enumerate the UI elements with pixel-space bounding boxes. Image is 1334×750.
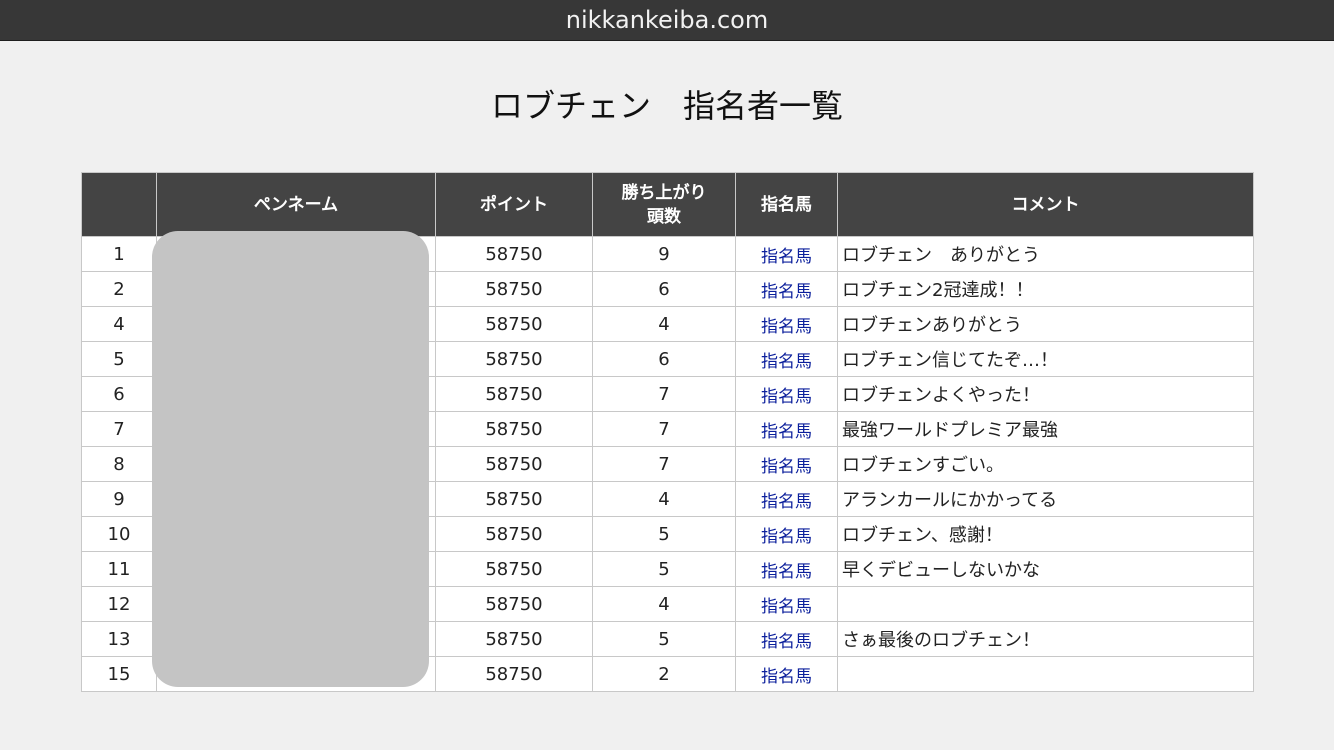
header-rank	[81, 172, 157, 237]
horse-cell: 指名馬	[735, 656, 838, 692]
horse-cell: 指名馬	[735, 551, 838, 587]
horse-cell: 指名馬	[735, 621, 838, 657]
rank-cell: 2	[81, 271, 157, 307]
horse-cell: 指名馬	[735, 446, 838, 482]
points-cell: 58750	[435, 586, 593, 622]
horse-link[interactable]: 指名馬	[761, 667, 812, 687]
winners-cell: 6	[592, 271, 736, 307]
header-penname: ペンネーム	[156, 172, 436, 237]
comment-cell: ロブチェンよくやった！	[837, 376, 1254, 412]
page-title: ロブチェン 指名者一覧	[490, 87, 843, 125]
winners-cell: 4	[592, 586, 736, 622]
rank-cell: 7	[81, 411, 157, 447]
horse-link[interactable]: 指名馬	[761, 317, 812, 337]
rank-cell: 15	[81, 656, 157, 692]
header-winners: 勝ち上がり 頭数	[592, 172, 736, 237]
winners-cell: 7	[592, 411, 736, 447]
horse-link[interactable]: 指名馬	[761, 457, 812, 477]
horse-cell: 指名馬	[735, 271, 838, 307]
points-cell: 58750	[435, 341, 593, 377]
rank-cell: 9	[81, 481, 157, 517]
points-cell: 58750	[435, 551, 593, 587]
horse-cell: 指名馬	[735, 516, 838, 552]
horse-link[interactable]: 指名馬	[761, 492, 812, 512]
points-cell: 58750	[435, 376, 593, 412]
horse-cell: 指名馬	[735, 481, 838, 517]
rank-cell: 4	[81, 306, 157, 342]
horse-link[interactable]: 指名馬	[761, 422, 812, 442]
winners-cell: 7	[592, 376, 736, 412]
header-horse: 指名馬	[735, 172, 838, 237]
winners-cell: 7	[592, 446, 736, 482]
redaction-overlay	[152, 231, 429, 687]
comment-cell: ロブチェンありがとう	[837, 306, 1254, 342]
points-cell: 58750	[435, 271, 593, 307]
rank-cell: 12	[81, 586, 157, 622]
horse-cell: 指名馬	[735, 586, 838, 622]
horse-link[interactable]: 指名馬	[761, 247, 812, 267]
horse-link[interactable]: 指名馬	[761, 282, 812, 302]
points-cell: 58750	[435, 621, 593, 657]
winners-cell: 4	[592, 306, 736, 342]
points-cell: 58750	[435, 306, 593, 342]
comment-cell: ロブチェン ありがとう	[837, 236, 1254, 272]
winners-cell: 6	[592, 341, 736, 377]
horse-link[interactable]: 指名馬	[761, 562, 812, 582]
horse-link[interactable]: 指名馬	[761, 632, 812, 652]
comment-cell: 早くデビューしないかな	[837, 551, 1254, 587]
rank-cell: 5	[81, 341, 157, 377]
comment-cell: ロブチェンすごい。	[837, 446, 1254, 482]
winners-cell: 2	[592, 656, 736, 692]
winners-cell: 9	[592, 236, 736, 272]
points-cell: 58750	[435, 656, 593, 692]
horse-cell: 指名馬	[735, 341, 838, 377]
table-header-row: ペンネーム ポイント 勝ち上がり頭数 指名馬 コメント	[81, 172, 1254, 237]
horse-link[interactable]: 指名馬	[761, 387, 812, 407]
points-cell: 58750	[435, 411, 593, 447]
points-cell: 58750	[435, 236, 593, 272]
winners-cell: 5	[592, 551, 736, 587]
horse-link[interactable]: 指名馬	[761, 352, 812, 372]
rank-cell: 8	[81, 446, 157, 482]
header-points: ポイント	[435, 172, 593, 237]
comment-cell: 最強ワールドプレミア最強	[837, 411, 1254, 447]
horse-cell: 指名馬	[735, 306, 838, 342]
rank-cell: 1	[81, 236, 157, 272]
horse-cell: 指名馬	[735, 411, 838, 447]
comment-cell: ロブチェン信じてたぞ…！	[837, 341, 1254, 377]
winners-cell: 4	[592, 481, 736, 517]
url-text: nikkankeiba.com	[565, 6, 769, 34]
horse-link[interactable]: 指名馬	[761, 527, 812, 547]
comment-cell: アランカールにかかってる	[837, 481, 1254, 517]
horse-cell: 指名馬	[735, 376, 838, 412]
points-cell: 58750	[435, 481, 593, 517]
points-cell: 58750	[435, 516, 593, 552]
header-winners-line1: 勝ち上がり	[621, 182, 707, 203]
horse-link[interactable]: 指名馬	[761, 597, 812, 617]
rank-cell: 11	[81, 551, 157, 587]
rank-cell: 6	[81, 376, 157, 412]
browser-url-bar[interactable]: nikkankeiba.com	[0, 0, 1334, 41]
rank-cell: 10	[81, 516, 157, 552]
comment-cell	[837, 656, 1254, 692]
comment-cell: さぁ最後のロブチェン！	[837, 621, 1254, 657]
points-cell: 58750	[435, 446, 593, 482]
winners-cell: 5	[592, 516, 736, 552]
header-comment: コメント	[837, 172, 1254, 237]
comment-cell	[837, 586, 1254, 622]
comment-cell: ロブチェン2冠達成！！	[837, 271, 1254, 307]
horse-cell: 指名馬	[735, 236, 838, 272]
header-winners-line2: 頭数	[647, 206, 681, 227]
rank-cell: 13	[81, 621, 157, 657]
comment-cell: ロブチェン、感謝！	[837, 516, 1254, 552]
winners-cell: 5	[592, 621, 736, 657]
